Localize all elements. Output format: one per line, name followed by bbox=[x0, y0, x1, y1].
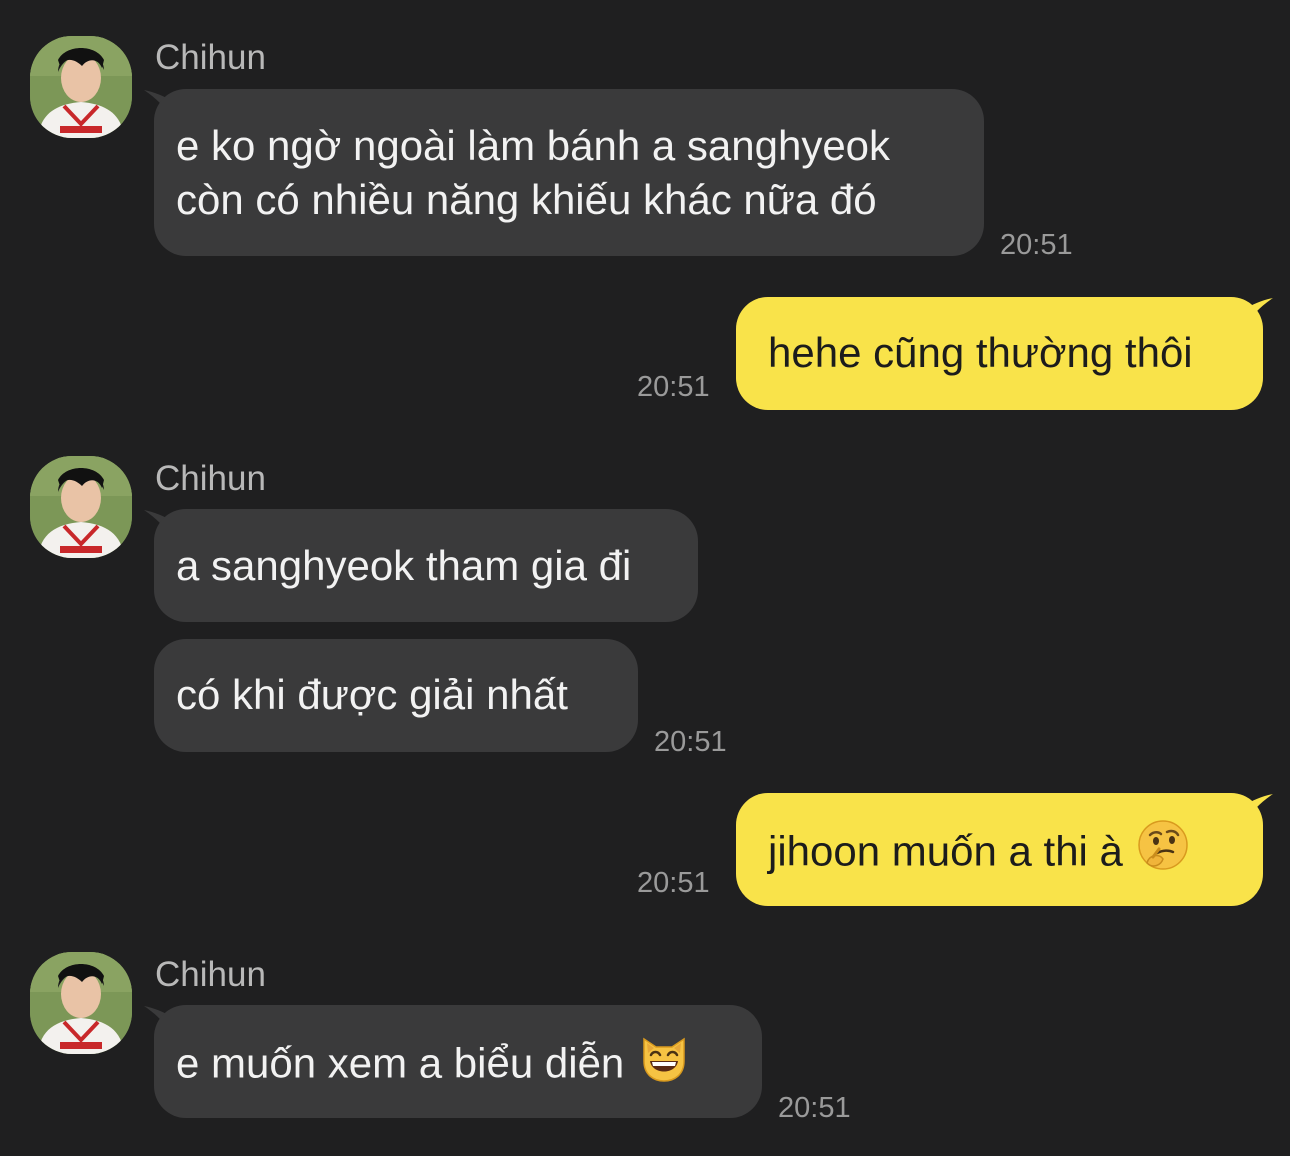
message-text: hehe cũng thường thôi bbox=[768, 329, 1193, 376]
sender-name: Chihun bbox=[155, 459, 266, 498]
message-text: có khi được giải nhất bbox=[176, 671, 568, 718]
message-bubble[interactable]: e ko ngờ ngoài làm bánh a sanghyeok còn … bbox=[154, 89, 984, 256]
message-bubble[interactable]: jihoon muốn a thi à bbox=[736, 793, 1263, 906]
message-text: a sanghyeok tham gia đi bbox=[176, 542, 632, 589]
sender-name: Chihun bbox=[155, 38, 266, 77]
message-text: e muốn xem a biểu diễn bbox=[176, 1039, 625, 1087]
avatar[interactable] bbox=[30, 456, 132, 558]
message-bubble[interactable]: hehe cũng thường thôi bbox=[736, 297, 1263, 410]
message-bubble[interactable]: e muốn xem a biểu diễn bbox=[154, 1005, 762, 1118]
sender-name: Chihun bbox=[155, 955, 266, 994]
avatar[interactable] bbox=[30, 36, 132, 138]
bubble-tail bbox=[1243, 794, 1273, 824]
message-bubble[interactable]: có khi được giải nhất bbox=[154, 639, 638, 752]
bubble-tail bbox=[1243, 298, 1273, 328]
message-timestamp: 20:51 bbox=[778, 1092, 851, 1124]
message-timestamp: 20:51 bbox=[1000, 229, 1073, 261]
message-timestamp: 20:51 bbox=[637, 371, 710, 403]
message-text: còn có nhiều năng khiếu khác nữa đó bbox=[176, 176, 877, 223]
avatar[interactable] bbox=[30, 952, 132, 1054]
grinning-cat-icon bbox=[638, 1031, 690, 1096]
message-timestamp: 20:51 bbox=[637, 867, 710, 899]
chat-thread: Chihun e ko ngờ ngoài làm bánh a sanghye… bbox=[0, 0, 1290, 1156]
message-text: jihoon muốn a thi à bbox=[768, 827, 1123, 875]
thinking-face-icon bbox=[1137, 819, 1189, 884]
message-text: e ko ngờ ngoài làm bánh a sanghyeok bbox=[176, 122, 891, 169]
message-bubble[interactable]: a sanghyeok tham gia đi bbox=[154, 509, 698, 622]
message-timestamp: 20:51 bbox=[654, 726, 727, 758]
